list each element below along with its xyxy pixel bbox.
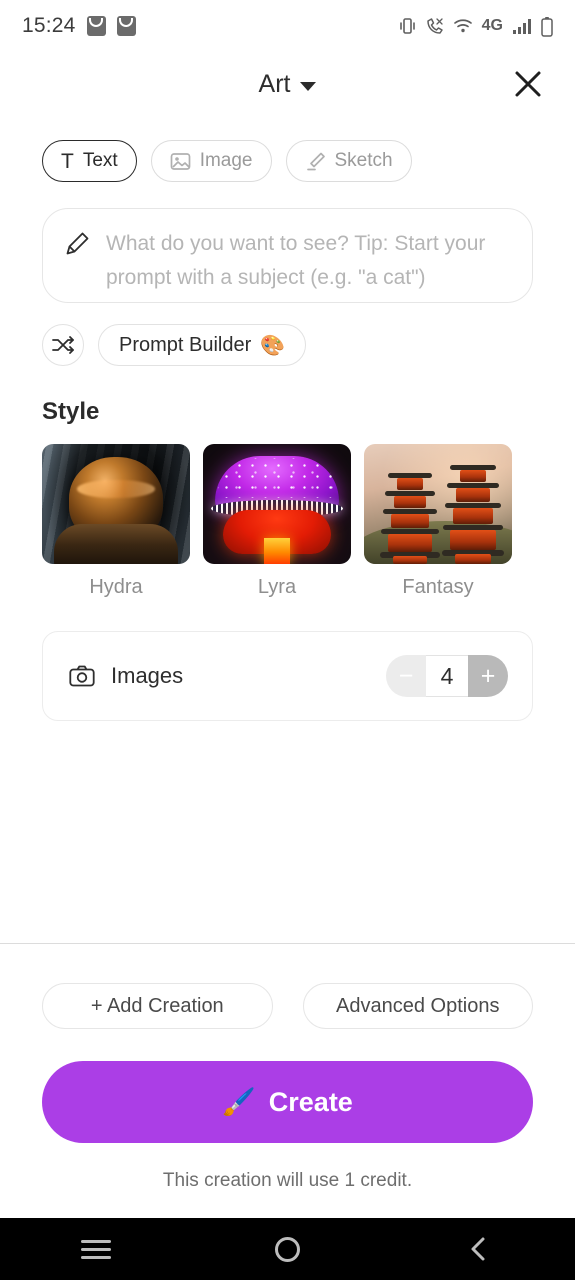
style-thumbnail-hydra xyxy=(42,444,190,564)
status-bar-right: 4G xyxy=(399,16,553,37)
prompt-builder-button[interactable]: Prompt Builder 🎨 xyxy=(98,324,307,366)
wifi-icon xyxy=(453,19,472,33)
tab-sketch[interactable]: Sketch xyxy=(285,140,412,182)
close-icon xyxy=(515,71,541,97)
page-title: Art xyxy=(258,69,291,98)
mode-selector[interactable]: Art xyxy=(259,70,317,99)
style-section-title: Style xyxy=(42,398,100,425)
shopping-bag-notification-icon xyxy=(86,16,106,36)
image-icon xyxy=(170,152,191,170)
images-count-card: Images − 4 + xyxy=(42,631,533,721)
status-bar-left: 15:24 xyxy=(22,14,136,38)
style-label-lyra: Lyra xyxy=(257,576,297,598)
credit-note: This creation will use 1 credit. xyxy=(162,1170,413,1191)
secondary-actions-row: + Add Creation Advanced Options xyxy=(42,983,533,1029)
call-icon xyxy=(426,17,443,34)
create-button-label: Create xyxy=(268,1086,353,1117)
app-screen: 15:24 4G Art T Text Image Sketch What do… xyxy=(0,0,575,1280)
home-button[interactable] xyxy=(257,1227,317,1271)
bottom-action-area: + Add Creation Advanced Options 🖌️ Creat… xyxy=(0,943,575,1192)
shuffle-button[interactable] xyxy=(42,324,84,366)
tab-text-label: Text xyxy=(82,150,118,171)
signal-bars-icon xyxy=(513,18,531,34)
back-button[interactable] xyxy=(449,1227,509,1271)
recents-button[interactable] xyxy=(66,1227,126,1271)
android-navigation-bar xyxy=(0,1218,575,1280)
style-option-lyra[interactable]: Lyra xyxy=(203,444,351,599)
input-mode-tabs: T Text Image Sketch xyxy=(0,116,575,182)
app-header: Art xyxy=(0,52,575,116)
increment-images-button[interactable]: + xyxy=(468,655,508,697)
shopping-bag-notification-icon-2 xyxy=(116,16,136,36)
prompt-input[interactable]: What do you want to see? Tip: Start your… xyxy=(42,208,533,303)
paintbrush-emoji-icon: 🖌️ xyxy=(222,1087,256,1117)
add-creation-button[interactable]: + Add Creation xyxy=(42,983,273,1029)
close-button[interactable] xyxy=(511,67,545,101)
tab-image-label: Image xyxy=(199,150,253,171)
pencil-icon xyxy=(66,232,89,255)
status-time: 15:24 xyxy=(22,14,76,37)
style-options: Hydra Lyra Fantasy xyxy=(0,426,575,599)
chevron-down-icon xyxy=(300,81,317,91)
tab-text[interactable]: T Text xyxy=(42,140,137,182)
images-quantity-stepper: − 4 + xyxy=(386,655,508,697)
decrement-images-button[interactable]: − xyxy=(386,655,426,697)
recents-icon xyxy=(80,1235,111,1264)
style-thumbnail-fantasy xyxy=(364,444,512,564)
status-bar: 15:24 4G xyxy=(0,0,575,52)
style-thumbnail-lyra xyxy=(203,444,351,564)
network-type-label: 4G xyxy=(481,17,503,34)
images-label-group: Images xyxy=(69,663,183,689)
prompt-builder-label: Prompt Builder xyxy=(119,333,252,356)
camera-icon xyxy=(69,665,95,687)
battery-icon xyxy=(541,16,553,37)
shuffle-icon xyxy=(52,336,74,354)
tab-image[interactable]: Image xyxy=(150,140,272,182)
style-label-hydra: Hydra xyxy=(89,576,143,598)
style-label-fantasy: Fantasy xyxy=(402,576,474,598)
advanced-options-button[interactable]: Advanced Options xyxy=(302,983,533,1029)
palette-emoji-icon: 🎨 xyxy=(260,334,286,357)
home-icon xyxy=(274,1236,300,1262)
prompt-tools-row: Prompt Builder 🎨 xyxy=(0,303,575,366)
text-icon: T xyxy=(61,149,74,173)
images-label: Images xyxy=(111,663,184,688)
create-button[interactable]: 🖌️ Create xyxy=(42,1061,533,1143)
sketch-pencil-icon xyxy=(306,152,325,170)
prompt-placeholder-text: What do you want to see? Tip: Start your… xyxy=(106,232,486,289)
images-count-value[interactable]: 4 xyxy=(426,655,468,697)
style-option-hydra[interactable]: Hydra xyxy=(42,444,190,599)
tab-sketch-label: Sketch xyxy=(334,150,393,171)
back-icon xyxy=(471,1237,485,1261)
style-option-fantasy[interactable]: Fantasy xyxy=(364,444,512,599)
vibrate-icon xyxy=(399,18,415,34)
